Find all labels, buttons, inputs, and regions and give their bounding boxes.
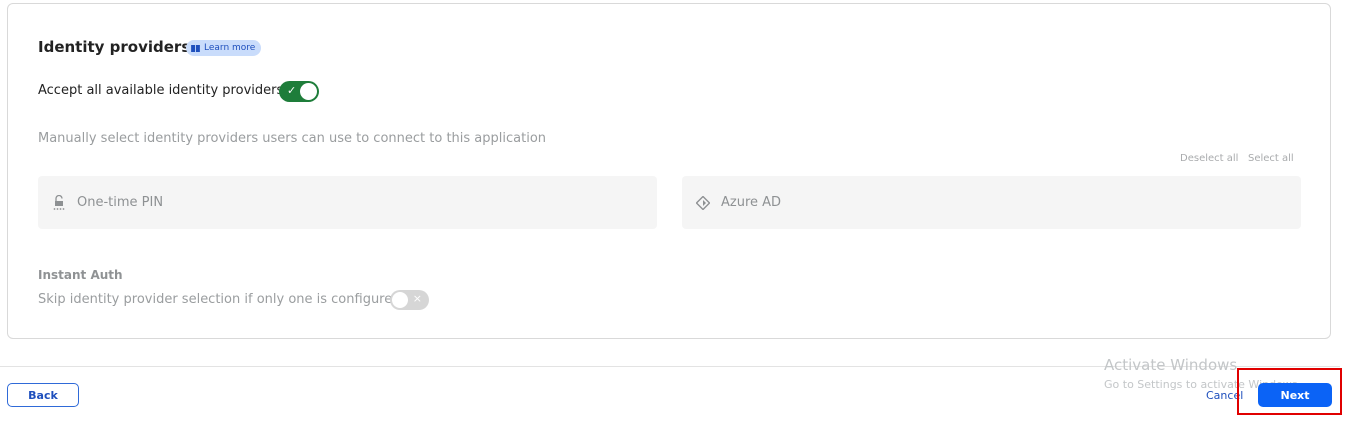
back-button[interactable]: Back bbox=[7, 383, 79, 407]
cancel-button[interactable]: Cancel bbox=[1206, 389, 1243, 402]
provider-azure-ad[interactable]: Azure AD bbox=[682, 176, 1301, 229]
toggle-knob bbox=[392, 292, 408, 308]
deselect-all-link[interactable]: Deselect all bbox=[1180, 153, 1238, 164]
provider-label: One-time PIN bbox=[77, 195, 164, 210]
accept-all-label: Accept all available identity providers bbox=[38, 83, 284, 98]
instant-auth-toggle[interactable]: × bbox=[390, 290, 429, 310]
select-all-link[interactable]: Select all bbox=[1248, 153, 1294, 164]
accept-all-toggle[interactable]: ✓ bbox=[279, 81, 319, 102]
section-title: Identity providers bbox=[38, 38, 191, 56]
provider-one-time-pin[interactable]: One-time PIN bbox=[38, 176, 657, 229]
next-button[interactable]: Next bbox=[1258, 383, 1332, 407]
activate-windows-watermark: Activate Windows bbox=[1104, 356, 1238, 374]
book-icon bbox=[191, 44, 200, 52]
manual-select-label: Manually select identity providers users… bbox=[38, 131, 547, 146]
instant-auth-label: Skip identity provider selection if only… bbox=[38, 292, 401, 307]
learn-more-link[interactable]: Learn more bbox=[186, 40, 262, 56]
learn-more-label: Learn more bbox=[204, 43, 256, 53]
check-icon: ✓ bbox=[287, 84, 297, 97]
instant-auth-title: Instant Auth bbox=[38, 268, 123, 282]
azure-diamond-icon bbox=[696, 195, 710, 211]
provider-label: Azure AD bbox=[721, 195, 782, 210]
toggle-knob bbox=[300, 83, 317, 100]
lock-pin-icon bbox=[52, 194, 66, 211]
x-icon: × bbox=[412, 292, 422, 305]
